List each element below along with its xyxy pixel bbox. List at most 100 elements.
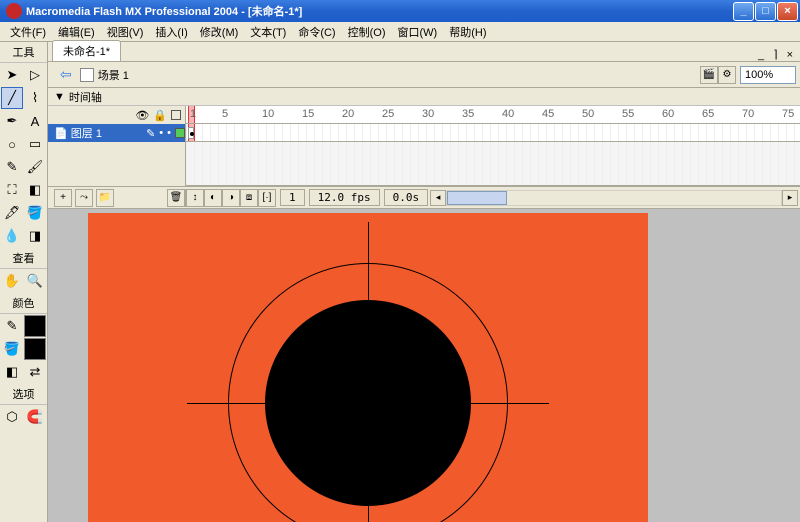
minimize-button[interactable]: _ [733,2,754,21]
zoom-field[interactable] [740,66,796,84]
back-arrow-icon[interactable]: ⇦ [60,66,72,83]
collapse-triangle-icon[interactable]: ▼ [54,91,65,103]
fill-transform-tool-icon[interactable]: ◧ [24,179,46,201]
ruler-mark: 50 [582,108,594,120]
stroke-swatch[interactable] [24,315,46,337]
ruler-mark: 10 [262,108,274,120]
timeline-header[interactable]: ▼ 时间轴 [48,88,800,106]
onion-skin-outlines-icon[interactable]: ◑ [222,189,240,207]
selection-tool-icon[interactable]: ➤ [1,64,23,86]
paint-bucket-tool-icon[interactable]: 🪣 [24,202,46,224]
timeline-title: 时间轴 [69,89,102,105]
document-tab[interactable]: 未命名-1* [52,40,121,61]
rectangle-tool-icon[interactable]: ▭ [24,133,46,155]
add-motion-guide-icon[interactable]: ⤳ [75,189,93,207]
layer-controls: + ⤳ 📁 🗑 [48,189,186,207]
menu-insert[interactable]: 插入(I) [149,22,193,42]
options-header: 选项 [0,384,47,405]
scroll-left-icon[interactable]: ◂ [430,190,446,206]
scroll-thumb[interactable] [447,191,507,205]
edit-scene-icon[interactable]: 🎬 [700,66,718,84]
layer-pencil-icon: ✎ [146,127,155,140]
menu-control[interactable]: 控制(O) [342,22,392,42]
menu-window[interactable]: 窗口(W) [392,22,444,42]
oval-tool-icon[interactable]: ○ [1,133,23,155]
default-colors-icon[interactable]: ◧ [1,361,23,383]
menu-file[interactable]: 文件(F) [4,22,52,42]
zoom-tool-icon[interactable]: 🔍 [24,270,46,292]
ruler-mark: 25 [382,108,394,120]
document-window-controls[interactable]: _ ⌉ × [758,48,800,61]
frame-ruler[interactable]: 151015202530354045505560657075808590 [186,106,800,124]
ink-bottle-tool-icon[interactable]: 🖋 [1,202,23,224]
ruler-mark: 15 [302,108,314,120]
snap-option-icon[interactable]: ⬡ [1,406,23,428]
subselection-tool-icon[interactable]: ▷ [24,64,46,86]
ruler-mark: 70 [742,108,754,120]
delete-layer-icon[interactable]: 🗑 [167,189,185,207]
timeline-panel: ▼ 时间轴 👁 🔒 151015202530354045505560657075… [48,88,800,209]
add-folder-icon[interactable]: 📁 [96,189,114,207]
ruler-mark: 35 [462,108,474,120]
timeline-scrollbar[interactable]: ◂ ▸ [428,190,800,206]
stage-area[interactable] [48,209,800,522]
pen-tool-icon[interactable]: ✒ [1,110,23,132]
outline-icon[interactable] [171,110,181,120]
maximize-button[interactable]: □ [755,2,776,21]
ruler-mark: 30 [422,108,434,120]
scene-bar: ⇦ 场景 1 🎬 ⚙ [48,62,800,88]
modify-onion-markers-icon[interactable]: [·] [258,189,276,207]
window-title: Macromedia Flash MX Professional 2004 - … [26,3,732,19]
layer-empty-area [48,142,186,186]
ruler-mark: 1 [190,108,196,120]
menu-text[interactable]: 文本(T) [244,22,292,42]
ruler-mark: 5 [222,108,228,120]
menu-edit[interactable]: 编辑(E) [52,22,101,42]
timeline-status-bar: + ⤳ 📁 🗑 ↕ ◐ ◑ ⧈ [·] 1 12.0 fps 0.0s ◂ ▸ [48,186,800,208]
magnet-option-icon[interactable]: 🧲 [24,406,46,428]
menu-modify[interactable]: 修改(M) [194,22,245,42]
line-tool-icon[interactable]: ╱ [1,87,23,109]
eraser-tool-icon[interactable]: ◨ [24,225,46,247]
lock-icon[interactable]: 🔒 [153,109,167,122]
hand-tool-icon[interactable]: ✋ [1,270,23,292]
fill-swatch[interactable] [24,338,46,360]
swap-colors-icon[interactable]: ⇄ [24,361,46,383]
fps-field: 12.0 fps [309,189,380,206]
edit-multiple-frames-icon[interactable]: ⧈ [240,189,258,207]
brush-tool-icon[interactable]: 🖌 [24,156,46,178]
ruler-mark: 45 [542,108,554,120]
free-transform-tool-icon[interactable]: ⛶ [1,179,23,201]
ruler-mark: 75 [782,108,794,120]
eyedropper-tool-icon[interactable]: 💧 [1,225,23,247]
layer-outline-swatch[interactable] [175,128,185,138]
pencil-tool-icon[interactable]: ✎ [1,156,23,178]
close-button[interactable]: × [777,2,798,21]
add-layer-icon[interactable]: + [54,189,72,207]
view-header: 查看 [0,248,47,269]
menu-help[interactable]: 帮助(H) [443,22,492,42]
layer-name[interactable]: 图层 1 [71,125,102,141]
text-tool-icon[interactable]: A [24,110,46,132]
layer-row[interactable]: 📄 图层 1 ✎ •• [48,124,186,142]
menu-view[interactable]: 视图(V) [101,22,150,42]
onion-skin-icon[interactable]: ◐ [204,189,222,207]
lasso-tool-icon[interactable]: ⌇ [24,87,46,109]
keyframe[interactable] [188,127,194,139]
edit-symbols-icon[interactable]: ⚙ [718,66,736,84]
menu-commands[interactable]: 命令(C) [292,22,341,42]
eye-icon[interactable]: 👁 [135,109,149,122]
colors-header: 颜色 [0,293,47,314]
ruler-mark: 60 [662,108,674,120]
ruler-mark: 40 [502,108,514,120]
fill-color-icon: 🪣 [1,338,23,360]
frames-area[interactable] [186,124,800,142]
drawn-object[interactable] [228,263,508,522]
stage[interactable] [88,213,648,522]
menu-bar: 文件(F) 编辑(E) 视图(V) 插入(I) 修改(M) 文本(T) 命令(C… [0,22,800,42]
frames-empty-area [186,142,800,186]
scroll-right-icon[interactable]: ▸ [782,190,798,206]
black-circle-shape[interactable] [265,300,471,506]
center-frame-icon[interactable]: ↕ [186,189,204,207]
scene-name[interactable]: 场景 1 [98,67,700,83]
